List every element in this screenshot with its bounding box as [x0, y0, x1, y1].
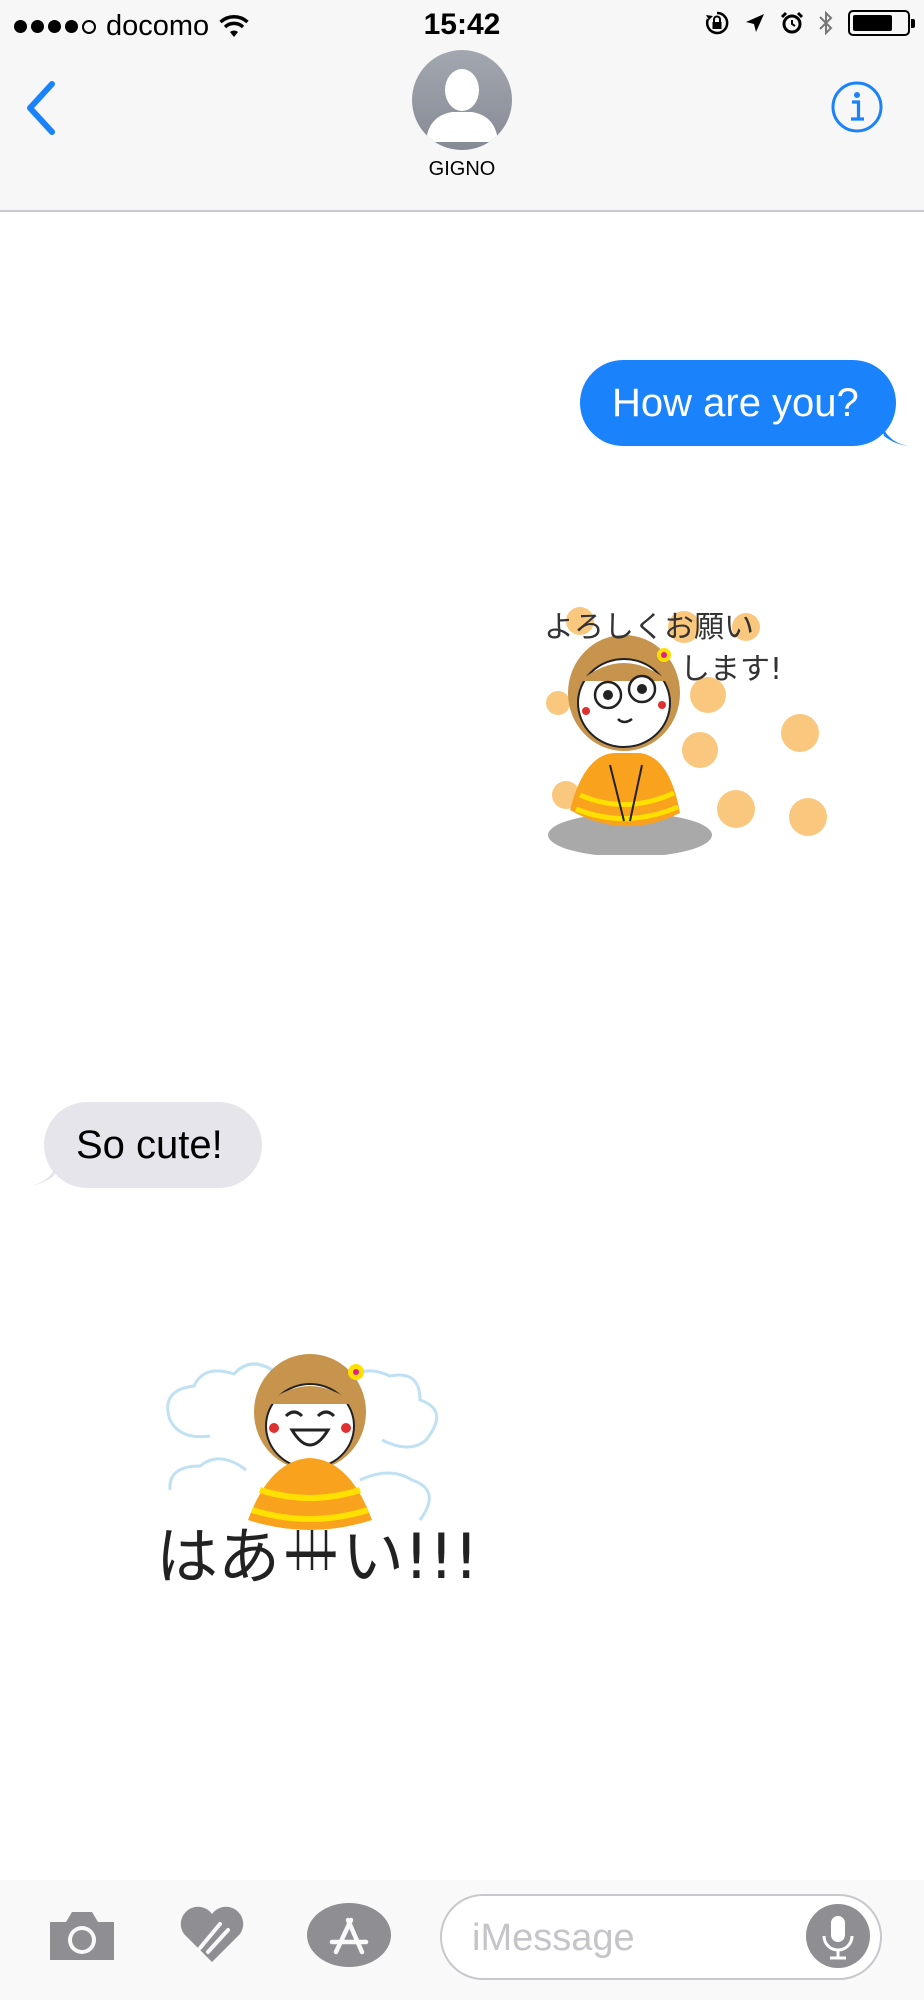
- alarm-icon: [780, 11, 804, 34]
- digital-touch-button[interactable]: [176, 1902, 248, 1971]
- imessage-field[interactable]: [440, 1894, 882, 1980]
- battery-icon: [848, 10, 915, 36]
- info-button[interactable]: [830, 80, 884, 139]
- person-silhouette-icon: [426, 69, 498, 142]
- sticker-girl-jumping: はあーい!!!: [156, 1354, 479, 1593]
- sticker-girl-bowing: よろしくお願い します!: [544, 607, 827, 857]
- heart-hands-icon: [180, 1906, 244, 1962]
- sticker-greeting[interactable]: よろしくお願い します!: [540, 585, 830, 857]
- chevron-left-icon: [27, 81, 55, 135]
- message-text: How are you?: [612, 381, 859, 425]
- status-bar: docomo 15:42: [0, 0, 924, 50]
- bluetooth-icon: [819, 10, 833, 36]
- camera-icon: [50, 1912, 114, 1960]
- microphone-button[interactable]: [806, 1904, 870, 1968]
- rotation-lock-icon: [705, 11, 729, 35]
- outgoing-message-bubble[interactable]: How are you?: [580, 360, 896, 446]
- incoming-message-bubble[interactable]: So cute!: [44, 1102, 262, 1188]
- info-icon: [831, 81, 883, 133]
- back-button[interactable]: [24, 80, 58, 141]
- sticker-caption: はあーい!!!: [156, 1520, 470, 1593]
- camera-button[interactable]: [46, 1908, 118, 1969]
- app-store-icon: [307, 1903, 391, 1967]
- imessage-input[interactable]: [470, 1896, 794, 1980]
- outgoing-bubble-tail: [880, 420, 908, 446]
- message-text: So cute!: [76, 1123, 223, 1167]
- sticker-cheering[interactable]: はあーい!!!: [150, 1330, 479, 1600]
- contact-avatar[interactable]: [412, 50, 512, 150]
- message-input-bar: [0, 1880, 924, 2000]
- microphone-icon: [822, 1916, 854, 1960]
- conversation-header: GIGNO: [0, 50, 924, 212]
- hair-flower: [657, 648, 671, 662]
- incoming-bubble-tail: [30, 1160, 58, 1186]
- app-store-button[interactable]: [306, 1902, 392, 1973]
- hair-flower: [348, 1364, 364, 1380]
- location-arrow-icon: [746, 14, 764, 32]
- contact-name[interactable]: GIGNO: [0, 158, 924, 181]
- status-bar-right: [704, 10, 915, 36]
